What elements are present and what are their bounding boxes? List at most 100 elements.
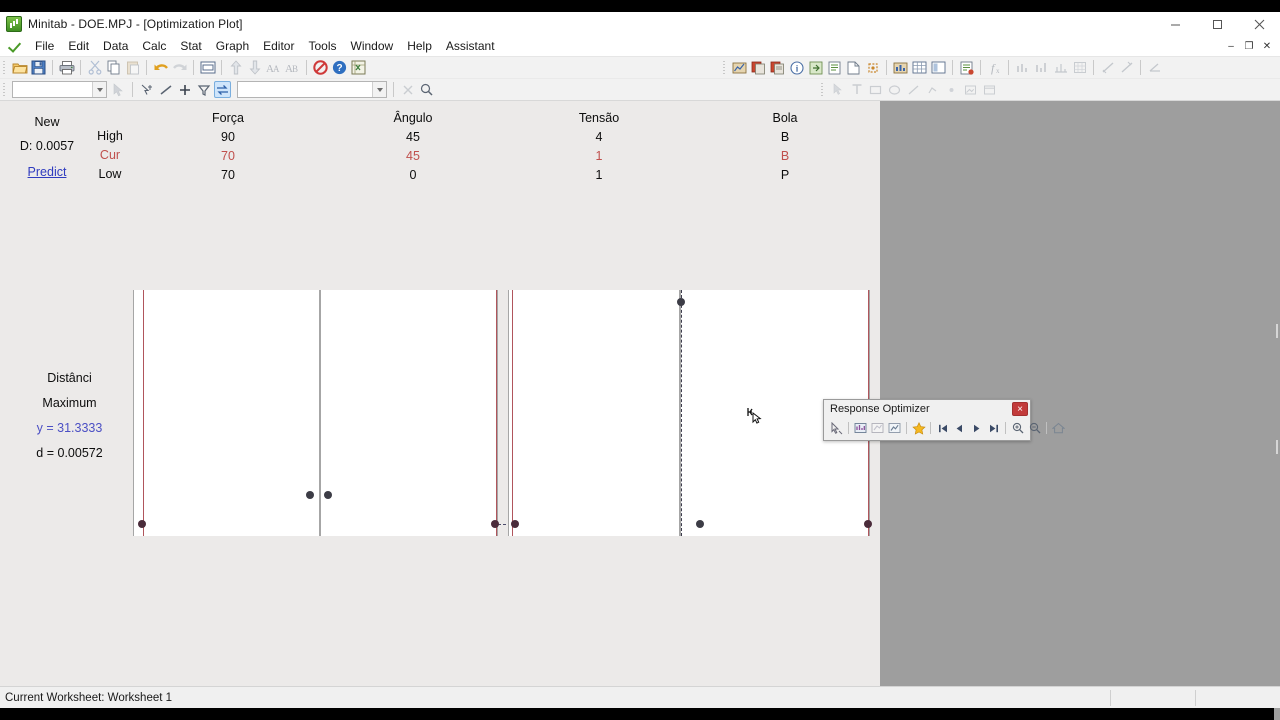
brush-icon[interactable] (864, 59, 881, 76)
swap-icon[interactable] (214, 81, 231, 98)
cursor-line-angulo[interactable] (496, 290, 497, 536)
zoom-in-icon[interactable] (1010, 421, 1025, 436)
scale-icon[interactable] (1052, 59, 1069, 76)
first-icon[interactable] (935, 421, 950, 436)
bar-tool-2-icon[interactable] (1033, 59, 1050, 76)
zoom-out-icon[interactable] (1027, 421, 1042, 436)
chevron-down-icon[interactable] (92, 82, 106, 97)
chevron-down-icon-2[interactable] (372, 82, 386, 97)
edit-graph-icon[interactable] (892, 59, 909, 76)
home-icon[interactable] (1051, 421, 1066, 436)
menu-calc[interactable]: Calc (135, 36, 173, 56)
cursor-marker-bola[interactable] (864, 520, 872, 528)
menu-data[interactable]: Data (96, 36, 135, 56)
menu-tools[interactable]: Tools (301, 36, 343, 56)
close-button[interactable] (1238, 12, 1280, 36)
function-icon[interactable]: fx (986, 59, 1003, 76)
factor-cur-tensao[interactable]: 1 (529, 149, 669, 163)
predict-link[interactable]: Predict (8, 165, 86, 179)
settings-icon[interactable] (887, 421, 902, 436)
select-arrow-icon[interactable] (110, 81, 127, 98)
panel-angulo[interactable] (320, 290, 498, 536)
last-icon[interactable] (986, 421, 1001, 436)
image-icon[interactable] (962, 81, 979, 98)
polygon-icon[interactable] (924, 81, 941, 98)
crosshair-icon[interactable] (138, 81, 155, 98)
response-optimizer-window[interactable]: Response Optimizer × (823, 399, 1065, 441)
factor-cur-angulo[interactable]: 45 (343, 149, 483, 163)
cursor-line-tensao[interactable] (512, 290, 513, 536)
clear-icon[interactable] (399, 81, 416, 98)
menu-help[interactable]: Help (400, 36, 439, 56)
data-table-icon[interactable] (911, 59, 928, 76)
menu-window[interactable]: Window (344, 36, 401, 56)
info-icon[interactable]: i (788, 59, 805, 76)
plus-icon[interactable] (176, 81, 193, 98)
toolbar-grip[interactable] (2, 59, 7, 76)
find-icon[interactable]: AA (265, 59, 282, 76)
zoom-icon[interactable] (418, 81, 435, 98)
graph-variable-combo[interactable] (237, 81, 387, 98)
find-next-icon[interactable]: AB (284, 59, 301, 76)
line-draw-icon[interactable] (905, 81, 922, 98)
prev-icon[interactable] (952, 421, 967, 436)
rectangle-icon[interactable] (867, 81, 884, 98)
pointer-icon[interactable] (829, 81, 846, 98)
next-icon[interactable] (969, 421, 984, 436)
update-graph-icon[interactable] (958, 59, 975, 76)
print-icon[interactable] (58, 59, 75, 76)
menu-edit[interactable]: Edit (61, 36, 96, 56)
menu-graph[interactable]: Graph (209, 36, 256, 56)
optimization-plot-window[interactable]: New D: 0.0057 Predict High Cur Low Força… (0, 101, 880, 686)
worksheet-icon[interactable] (350, 59, 367, 76)
move-up-icon[interactable] (227, 59, 244, 76)
panel-forca[interactable] (133, 290, 320, 536)
export-icon[interactable] (807, 59, 824, 76)
ellipse-icon[interactable] (886, 81, 903, 98)
save-icon[interactable] (30, 59, 47, 76)
angle-tool-icon[interactable] (1146, 59, 1163, 76)
cursor-marker-forca[interactable] (138, 520, 146, 528)
session-window-icon[interactable] (199, 59, 216, 76)
cursor-marker-angulo[interactable] (491, 520, 499, 528)
minimize-button[interactable] (1154, 12, 1196, 36)
new-graph-icon[interactable] (845, 59, 862, 76)
menu-editor[interactable]: Editor (256, 36, 301, 56)
report-icon[interactable] (826, 59, 843, 76)
mdi-minimize-button[interactable]: – (1223, 38, 1239, 54)
drawing-toolbar-grip[interactable] (820, 81, 825, 98)
copy-icon[interactable] (105, 59, 122, 76)
bar-tool-icon[interactable] (1014, 59, 1031, 76)
multiple-graphs-icon[interactable] (769, 59, 786, 76)
factor-cur-forca[interactable]: 70 (158, 149, 298, 163)
graph-element-combo[interactable] (12, 81, 107, 98)
graph-toolbar-grip[interactable] (722, 59, 727, 76)
cursor-marker-tensao[interactable] (511, 520, 519, 528)
star-icon[interactable] (911, 421, 926, 436)
move-down-icon[interactable] (246, 59, 263, 76)
line-tool-icon[interactable] (1099, 59, 1116, 76)
menu-assistant[interactable]: Assistant (439, 36, 502, 56)
open-folder-icon[interactable] (11, 59, 28, 76)
select-tool-icon[interactable] (829, 421, 844, 436)
cancel-icon[interactable] (312, 59, 329, 76)
maximize-button[interactable] (1196, 12, 1238, 36)
vertical-scrollbar[interactable] (1274, 202, 1280, 720)
paste-icon[interactable] (124, 59, 141, 76)
panel-tensao[interactable] (508, 290, 680, 536)
line-tool-2-icon[interactable] (1118, 59, 1135, 76)
help-icon[interactable]: ? (331, 59, 348, 76)
marker-icon[interactable] (943, 81, 960, 98)
line-icon[interactable] (157, 81, 174, 98)
mdi-restore-button[interactable]: ❐ (1241, 38, 1257, 54)
restore-icon[interactable] (870, 421, 885, 436)
cursor-line-forca[interactable] (143, 290, 144, 536)
response-optimizer-close-button[interactable]: × (1012, 402, 1028, 416)
text-icon[interactable] (848, 81, 865, 98)
cut-icon[interactable] (86, 59, 103, 76)
panel-icon[interactable] (930, 59, 947, 76)
drag-handle-marker-bola[interactable] (677, 298, 685, 306)
factor-cur-bola[interactable]: B (715, 149, 855, 163)
mdi-close-button[interactable]: ✕ (1259, 38, 1275, 54)
graph-layout-icon[interactable] (731, 59, 748, 76)
